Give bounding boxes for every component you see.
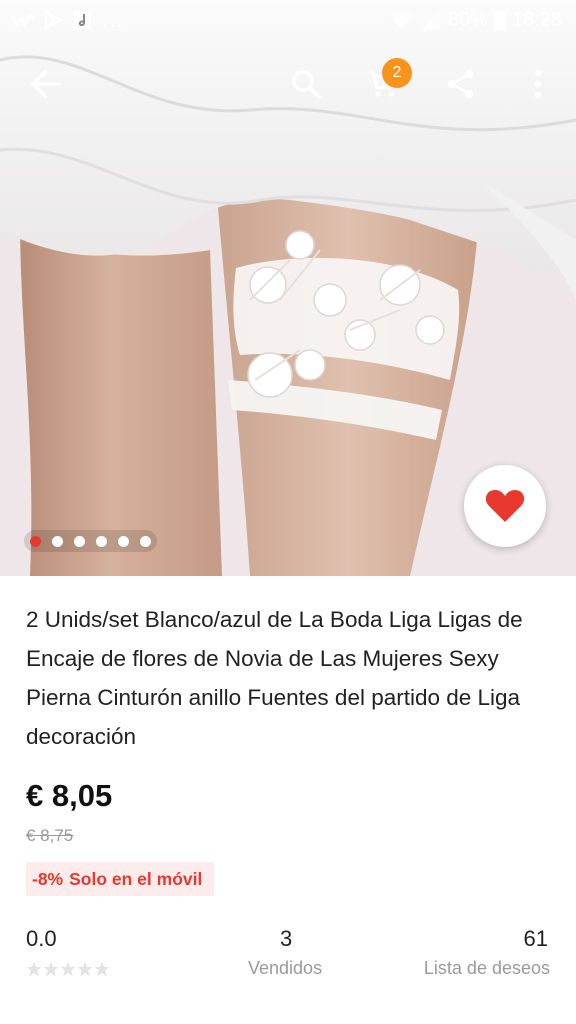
carousel-dot[interactable] <box>74 535 85 547</box>
more-options-button[interactable] <box>514 60 562 108</box>
notification-overflow: ... <box>102 7 124 32</box>
back-button[interactable] <box>22 60 70 108</box>
star-icon <box>26 961 42 977</box>
cart-count-badge: 2 <box>382 58 412 88</box>
wishlist-count: 61 <box>523 926 548 951</box>
discount-percentage: -8% <box>32 868 64 889</box>
rating-stars[interactable] <box>26 961 110 977</box>
status-bar: ... 80% 18:28 <box>0 0 576 40</box>
search-icon <box>292 70 321 99</box>
star-icon <box>77 961 93 977</box>
carousel-dot[interactable] <box>140 535 151 547</box>
carousel-indicator <box>24 530 157 552</box>
star-icon <box>43 961 59 977</box>
signal-icon <box>420 10 442 30</box>
carousel-dot[interactable] <box>30 535 41 547</box>
star-icon <box>94 961 110 977</box>
product-title: 2 Unids/set Blanco/azul de La Boda Liga … <box>26 607 523 749</box>
original-price: € 8,75 <box>26 826 74 845</box>
discount-note: Solo en el móvil <box>69 868 203 889</box>
cart-button[interactable]: 2 <box>358 58 412 108</box>
current-price: € 8,05 <box>26 778 113 813</box>
add-to-wishlist-button[interactable] <box>464 465 546 547</box>
battery-percentage: 80% <box>447 8 488 31</box>
share-icon <box>447 69 474 99</box>
sold-label: Vendidos <box>248 958 323 978</box>
sold-count: 3 <box>280 926 293 951</box>
play-store-icon <box>44 10 62 30</box>
search-button[interactable] <box>282 60 330 108</box>
wifi-icon <box>388 10 414 30</box>
clock: 18:28 <box>511 8 562 31</box>
carousel-dot[interactable] <box>118 535 129 547</box>
app-toolbar: 2 <box>0 52 576 116</box>
rating-value: 0.0 <box>26 926 57 951</box>
mobile-discount-badge: -8% Solo en el móvil <box>26 862 215 896</box>
wish-app-icon <box>12 12 34 28</box>
wishlist-label: Lista de deseos <box>423 958 550 978</box>
back-arrow-icon <box>31 70 61 98</box>
carousel-dot[interactable] <box>52 535 63 547</box>
more-vert-icon <box>534 69 542 99</box>
star-icon <box>60 961 76 977</box>
battery-icon <box>493 10 506 30</box>
music-app-icon <box>72 10 92 30</box>
heart-icon <box>485 490 525 522</box>
carousel-dot[interactable] <box>96 535 107 547</box>
share-button[interactable] <box>437 60 485 108</box>
